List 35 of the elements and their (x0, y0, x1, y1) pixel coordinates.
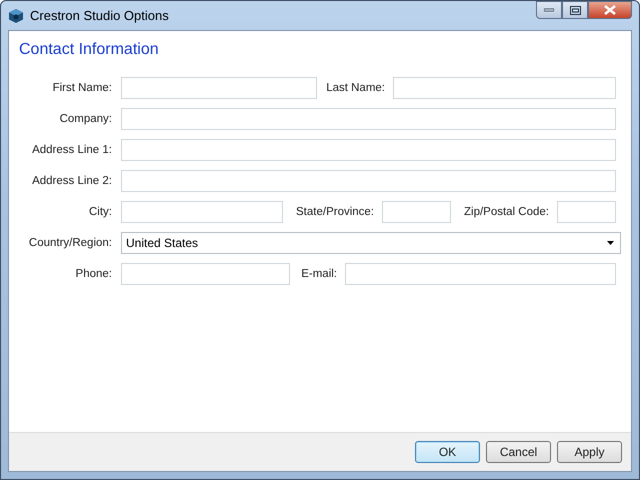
input-field[interactable] (121, 77, 317, 99)
country-dropdown[interactable]: United States (121, 232, 621, 254)
close-icon (604, 5, 616, 15)
maximize-icon (570, 6, 580, 14)
input-field[interactable] (121, 170, 616, 192)
field-label: Country/Region: (28, 237, 112, 249)
field-label: First Name: (52, 82, 112, 94)
close-button[interactable] (588, 1, 632, 19)
input-field[interactable] (121, 263, 290, 285)
field-label: Address Line 1: (31, 144, 112, 156)
dialog-button[interactable]: Cancel (486, 441, 551, 463)
field-label: State/Province: (295, 206, 374, 218)
section-title: Contact Information (19, 41, 160, 59)
input-field[interactable] (393, 77, 616, 99)
window-title: Crestron Studio Options (30, 8, 170, 23)
dialog-button[interactable]: Apply (557, 441, 622, 463)
minimize-button[interactable] (536, 1, 562, 19)
field-label: Zip/Postal Code: (462, 206, 549, 218)
input-field[interactable] (121, 139, 616, 161)
dropdown-arrow-icon (607, 241, 614, 245)
field-label: City: (88, 206, 112, 218)
field-label: Address Line 2: (31, 175, 112, 187)
field-label: Company: (58, 113, 112, 125)
input-field[interactable] (121, 108, 616, 130)
maximize-button[interactable] (562, 1, 588, 19)
field-label: Last Name: (326, 82, 385, 94)
input-field[interactable] (557, 201, 616, 223)
input-field[interactable] (382, 201, 451, 223)
input-field[interactable] (345, 263, 616, 285)
minimize-icon (544, 8, 554, 12)
input-field[interactable] (121, 201, 283, 223)
field-label: E-mail: (300, 268, 337, 280)
dialog-button[interactable]: OK (415, 441, 480, 463)
field-label: Phone: (74, 268, 112, 280)
app-icon (8, 8, 24, 24)
